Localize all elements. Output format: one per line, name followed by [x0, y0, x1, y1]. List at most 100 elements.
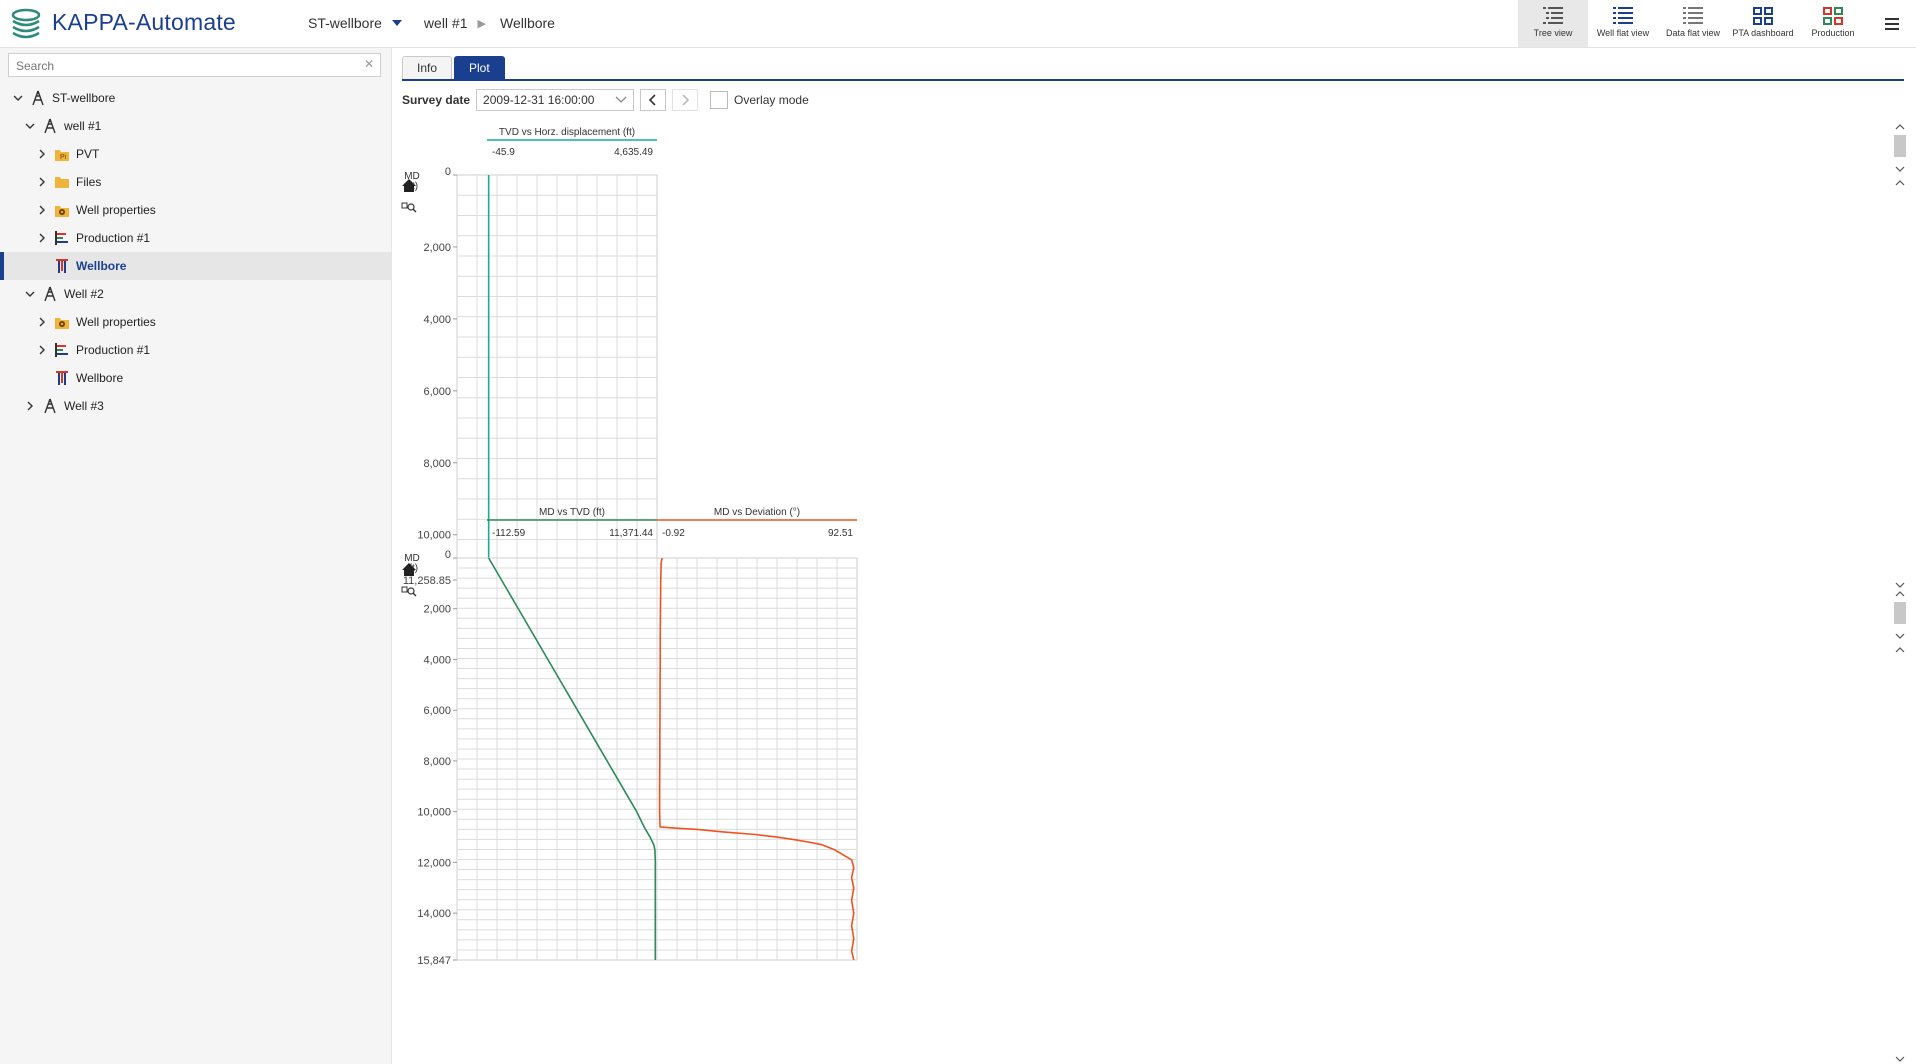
- search-field[interactable]: ✕: [8, 53, 381, 77]
- vertical-scrollbar: [1894, 591, 1906, 1062]
- well-icon: [42, 398, 58, 414]
- tree-view-button[interactable]: Tree view: [1518, 0, 1588, 47]
- sidebar-item-production-1[interactable]: Production #1: [0, 224, 391, 252]
- scroll-up-icon: [1895, 591, 1905, 597]
- y-tick-label: 0: [445, 549, 451, 561]
- chevron-right-icon[interactable]: [36, 204, 48, 216]
- breadcrumb-separator-icon: ▶: [477, 17, 486, 30]
- breadcrumb: ST-wellbore well #1 ▶ Wellbore: [308, 15, 565, 31]
- menu-button[interactable]: [1868, 0, 1916, 47]
- sidebar-item-well-properties[interactable]: Well properties: [0, 196, 391, 224]
- sidebar-item-well-1[interactable]: well #1: [0, 112, 391, 140]
- x-max-label: 92.51: [828, 528, 853, 539]
- production-icon: [54, 342, 70, 358]
- x-min-label: -0.92: [662, 528, 685, 539]
- sidebar-item-label: Production #1: [76, 231, 151, 245]
- kappa-logo-icon: [11, 8, 41, 39]
- sidebar-item-well-properties[interactable]: Well properties: [0, 308, 391, 336]
- vertical-scrollbar: [1894, 124, 1906, 588]
- app-title: KAPPA-Automate: [52, 9, 236, 35]
- main-panel: Info Plot Survey date 2009-12-31 16:00:0…: [392, 48, 1916, 1064]
- sidebar-item-label: Wellbore: [76, 259, 127, 273]
- breadcrumb-item-field[interactable]: ST-wellbore: [308, 15, 382, 31]
- chevron-down-icon[interactable]: [12, 92, 24, 104]
- sidebar-item-label: Well properties: [76, 203, 156, 217]
- folder-icon: [54, 174, 70, 190]
- x-min-label: -112.59: [492, 528, 526, 539]
- sidebar-item-label: Wellbore: [76, 371, 124, 385]
- chevron-down-icon[interactable]: [24, 288, 36, 300]
- zoom-handle-mark: [412, 592, 417, 597]
- y-tick-label: 11,258.85: [403, 575, 451, 587]
- sidebar-item-label: PVT: [76, 147, 100, 161]
- data-flat-view-label: Data flat view: [1665, 28, 1721, 38]
- chevron-left-icon: [649, 94, 656, 106]
- navigation-tree: ST-wellbore well #1 Pi PVT Files Well propert…: [0, 84, 391, 420]
- pvt-icon: Pi: [54, 146, 70, 162]
- survey-date-label: Survey date: [402, 93, 471, 107]
- tab-plot[interactable]: Plot: [454, 56, 505, 79]
- pta-dashboard-button[interactable]: PTA dashboard: [1728, 0, 1798, 47]
- chevron-right-icon[interactable]: [36, 176, 48, 188]
- well-icon: [42, 118, 58, 134]
- survey-date-select[interactable]: 2009-12-31 16:00:00: [476, 89, 635, 111]
- data-flat-view-icon: [1683, 7, 1703, 24]
- production-label: Production: [1811, 28, 1855, 38]
- well-flat-view-label: Well flat view: [1596, 28, 1650, 38]
- sidebar-item-pvt[interactable]: Pi PVT: [0, 140, 391, 168]
- previous-survey-button[interactable]: [640, 89, 667, 111]
- wellbore-charts: MD(ft)TVD vs Horz. displacement (ft)-45.…: [401, 124, 1906, 1062]
- scroll-down-icon: [1895, 633, 1905, 639]
- sidebar-item-well-3[interactable]: Well #3: [0, 392, 391, 420]
- sidebar-item-well-2[interactable]: Well #2: [0, 280, 391, 308]
- well-flat-view-button[interactable]: Well flat view: [1588, 0, 1658, 47]
- production-button[interactable]: Production: [1798, 0, 1868, 47]
- chevron-right-icon[interactable]: [36, 316, 48, 328]
- tree-view-label: Tree view: [1533, 28, 1573, 38]
- y-tick-label: 6,000: [423, 705, 451, 717]
- chevron-down-icon[interactable]: [24, 120, 36, 132]
- plot-grid: [456, 557, 858, 961]
- chevron-right-icon: [682, 94, 690, 106]
- y-tick-label: 4,000: [423, 314, 451, 326]
- y-tick-label: 6,000: [423, 386, 451, 398]
- chevron-right-icon[interactable]: [36, 148, 48, 160]
- view-switcher: Tree view Well flat view Data flat view: [1518, 0, 1916, 47]
- chevron-right-icon[interactable]: [36, 232, 48, 244]
- sidebar-item-label: Well #2: [64, 287, 104, 301]
- chevron-down-icon[interactable]: [391, 20, 402, 26]
- sidebar-item-wellbore[interactable]: Wellbore: [0, 364, 391, 392]
- overlay-mode-checkbox[interactable]: [710, 91, 729, 109]
- top-bar: KAPPA-Automate ST-wellbore well #1 ▶ Wel…: [0, 0, 1916, 48]
- scrollbar-thumb: [1894, 135, 1906, 157]
- next-survey-button[interactable]: [672, 89, 699, 111]
- sidebar-item-wellbore[interactable]: Wellbore: [0, 252, 391, 280]
- well-properties-icon: [54, 314, 70, 330]
- sidebar-item-production-1[interactable]: Production #1: [0, 336, 391, 364]
- data-flat-view-button[interactable]: Data flat view: [1658, 0, 1728, 47]
- chevron-right-icon[interactable]: [24, 400, 36, 412]
- y-tick-label: 4,000: [423, 654, 451, 666]
- clear-search-icon[interactable]: ✕: [364, 57, 374, 71]
- y-tick-label: 10,000: [417, 807, 451, 819]
- well-icon: [42, 286, 58, 302]
- well-flat-view-icon: [1613, 7, 1633, 24]
- tree-view-icon: [1543, 7, 1563, 24]
- chevron-right-icon[interactable]: [36, 344, 48, 356]
- well-properties-icon: [54, 202, 70, 218]
- breadcrumb-item-well[interactable]: well #1: [424, 15, 468, 31]
- y-tick-label: 2,000: [423, 242, 451, 254]
- scroll-down-icon: [1895, 1056, 1905, 1062]
- sidebar-item-st-wellbore[interactable]: ST-wellbore: [0, 84, 391, 112]
- scroll-up-icon: [1895, 124, 1905, 130]
- sidebar-item-label: Well properties: [76, 315, 156, 329]
- tab-info[interactable]: Info: [402, 56, 453, 79]
- search-input[interactable]: [14, 55, 348, 77]
- sidebar-item-files[interactable]: Files: [0, 168, 391, 196]
- zoom-box-mark: [401, 586, 408, 593]
- sidebar-item-label: well #1: [64, 119, 102, 133]
- pta-dashboard-icon: [1753, 7, 1773, 25]
- chevron-down-icon: [615, 96, 627, 103]
